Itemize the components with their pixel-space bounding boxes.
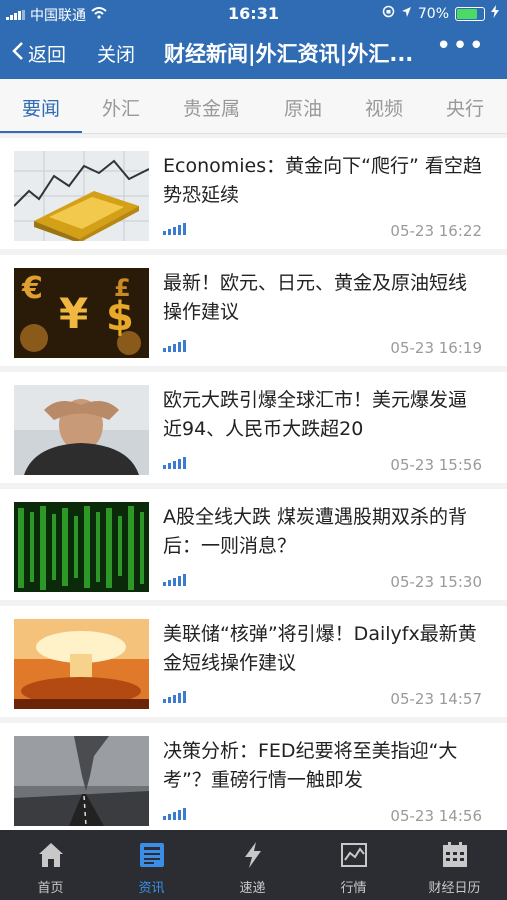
news-title: 欧元大跌引爆全球汇市！美元爆发逼近94、人民币大跌超20 [163,389,468,440]
tabbar-label: 首页 [37,881,64,896]
tabbar-item-news[interactable]: 资讯 [101,830,202,900]
home-icon [36,840,66,870]
popularity-icon [163,339,186,352]
popularity-icon [163,690,186,703]
news-title: A股全线大跌 煤炭遭遇股期双杀的背后：一则消息？ [163,506,468,557]
chevron-left-icon [12,41,24,66]
location-icon [401,6,412,22]
news-thumbnail [14,151,149,241]
battery-percent: 70% [417,5,449,22]
news-time: 05-23 15:30 [390,573,482,591]
news-time: 05-23 14:57 [390,690,482,708]
svg-text:¥: ¥ [59,289,88,338]
bottom-tab-bar: 首页 资讯 速递 行情 财经日历 [0,830,507,900]
news-title: 最新！欧元、日元、黄金及原油短线操作建议 [163,272,468,323]
news-item[interactable]: A股全线大跌 煤炭遭遇股期双杀的背后：一则消息？ 05-23 15:30 [0,489,507,600]
news-thumbnail: € ¥ $ £ [14,268,149,358]
svg-text:€: € [21,271,43,306]
news-title: 美联储“核弹”将引爆！Dailyfx最新黄金短线操作建议 [163,623,477,674]
chart-icon [339,840,369,870]
tab-crude-oil[interactable]: 原油 [284,94,322,121]
tab-forex[interactable]: 外汇 [102,94,140,121]
page-title: 财经新闻|外汇资讯|外汇... [164,42,414,66]
tabbar-item-home[interactable]: 首页 [0,830,101,900]
calendar-icon [440,840,470,870]
tabbar-label: 财经日历 [428,881,481,896]
news-thumbnail [14,502,149,592]
news-time: 05-23 16:22 [390,222,482,240]
active-tab-indicator [0,131,82,133]
tabbar-label: 速递 [239,881,266,896]
news-title: Economies：黄金向下“爬行” 看空趋势恐延续 [163,155,482,206]
news-title: 决策分析：FED纪要将至美指迎“大考”？重磅行情一触即发 [163,740,458,791]
tabbar-label: 资讯 [138,881,165,896]
news-time: 05-23 16:19 [390,339,482,357]
battery-icon [455,6,485,21]
news-thumbnail [14,619,149,709]
category-tabs: 要闻 外汇 贵金属 原油 视频 央行 [0,79,507,134]
tabbar-label: 行情 [340,881,367,896]
more-button[interactable]: ••• [436,31,485,61]
news-time: 05-23 14:56 [390,807,482,825]
tabbar-item-calendar[interactable]: 财经日历 [404,830,505,900]
app-header: 中国联通 16:31 70% 返回 关闭 财经新闻|外汇资讯|外汇... ••• [0,0,507,79]
news-thumbnail [14,736,149,826]
news-item[interactable]: € ¥ $ £ 最新！欧元、日元、黄金及原油短线操作建议 05-23 16:19 [0,255,507,366]
svg-text:£: £ [114,274,131,302]
news-icon [137,840,167,870]
navigation-bar: 返回 关闭 财经新闻|外汇资讯|外汇... ••• [0,28,507,79]
news-item[interactable]: 决策分析：FED纪要将至美指迎“大考”？重磅行情一触即发 05-23 14:56 [0,723,507,834]
popularity-icon [163,807,186,820]
back-button[interactable]: 返回 [12,40,66,67]
orientation-lock-icon [382,5,395,22]
status-bar: 中国联通 16:31 70% [0,0,507,28]
tab-central-bank[interactable]: 央行 [446,94,484,121]
popularity-icon [163,222,186,235]
news-item[interactable]: 欧元大跌引爆全球汇市！美元爆发逼近94、人民币大跌超20 05-23 15:56 [0,372,507,483]
popularity-icon [163,456,186,469]
news-item[interactable]: 美联储“核弹”将引爆！Dailyfx最新黄金短线操作建议 05-23 14:57 [0,606,507,717]
news-item[interactable]: Economies：黄金向下“爬行” 看空趋势恐延续 05-23 16:22 [0,138,507,249]
tabbar-item-market[interactable]: 行情 [303,830,404,900]
tab-headlines[interactable]: 要闻 [22,94,60,121]
tab-precious-metals[interactable]: 贵金属 [183,94,240,121]
close-button[interactable]: 关闭 [97,40,135,67]
lightning-icon [238,840,268,870]
news-time: 05-23 15:56 [390,456,482,474]
tab-video[interactable]: 视频 [365,94,403,121]
back-label: 返回 [28,44,67,66]
tabbar-item-express[interactable]: 速递 [202,830,303,900]
news-thumbnail [14,385,149,475]
charging-icon [491,5,499,22]
popularity-icon [163,573,186,586]
